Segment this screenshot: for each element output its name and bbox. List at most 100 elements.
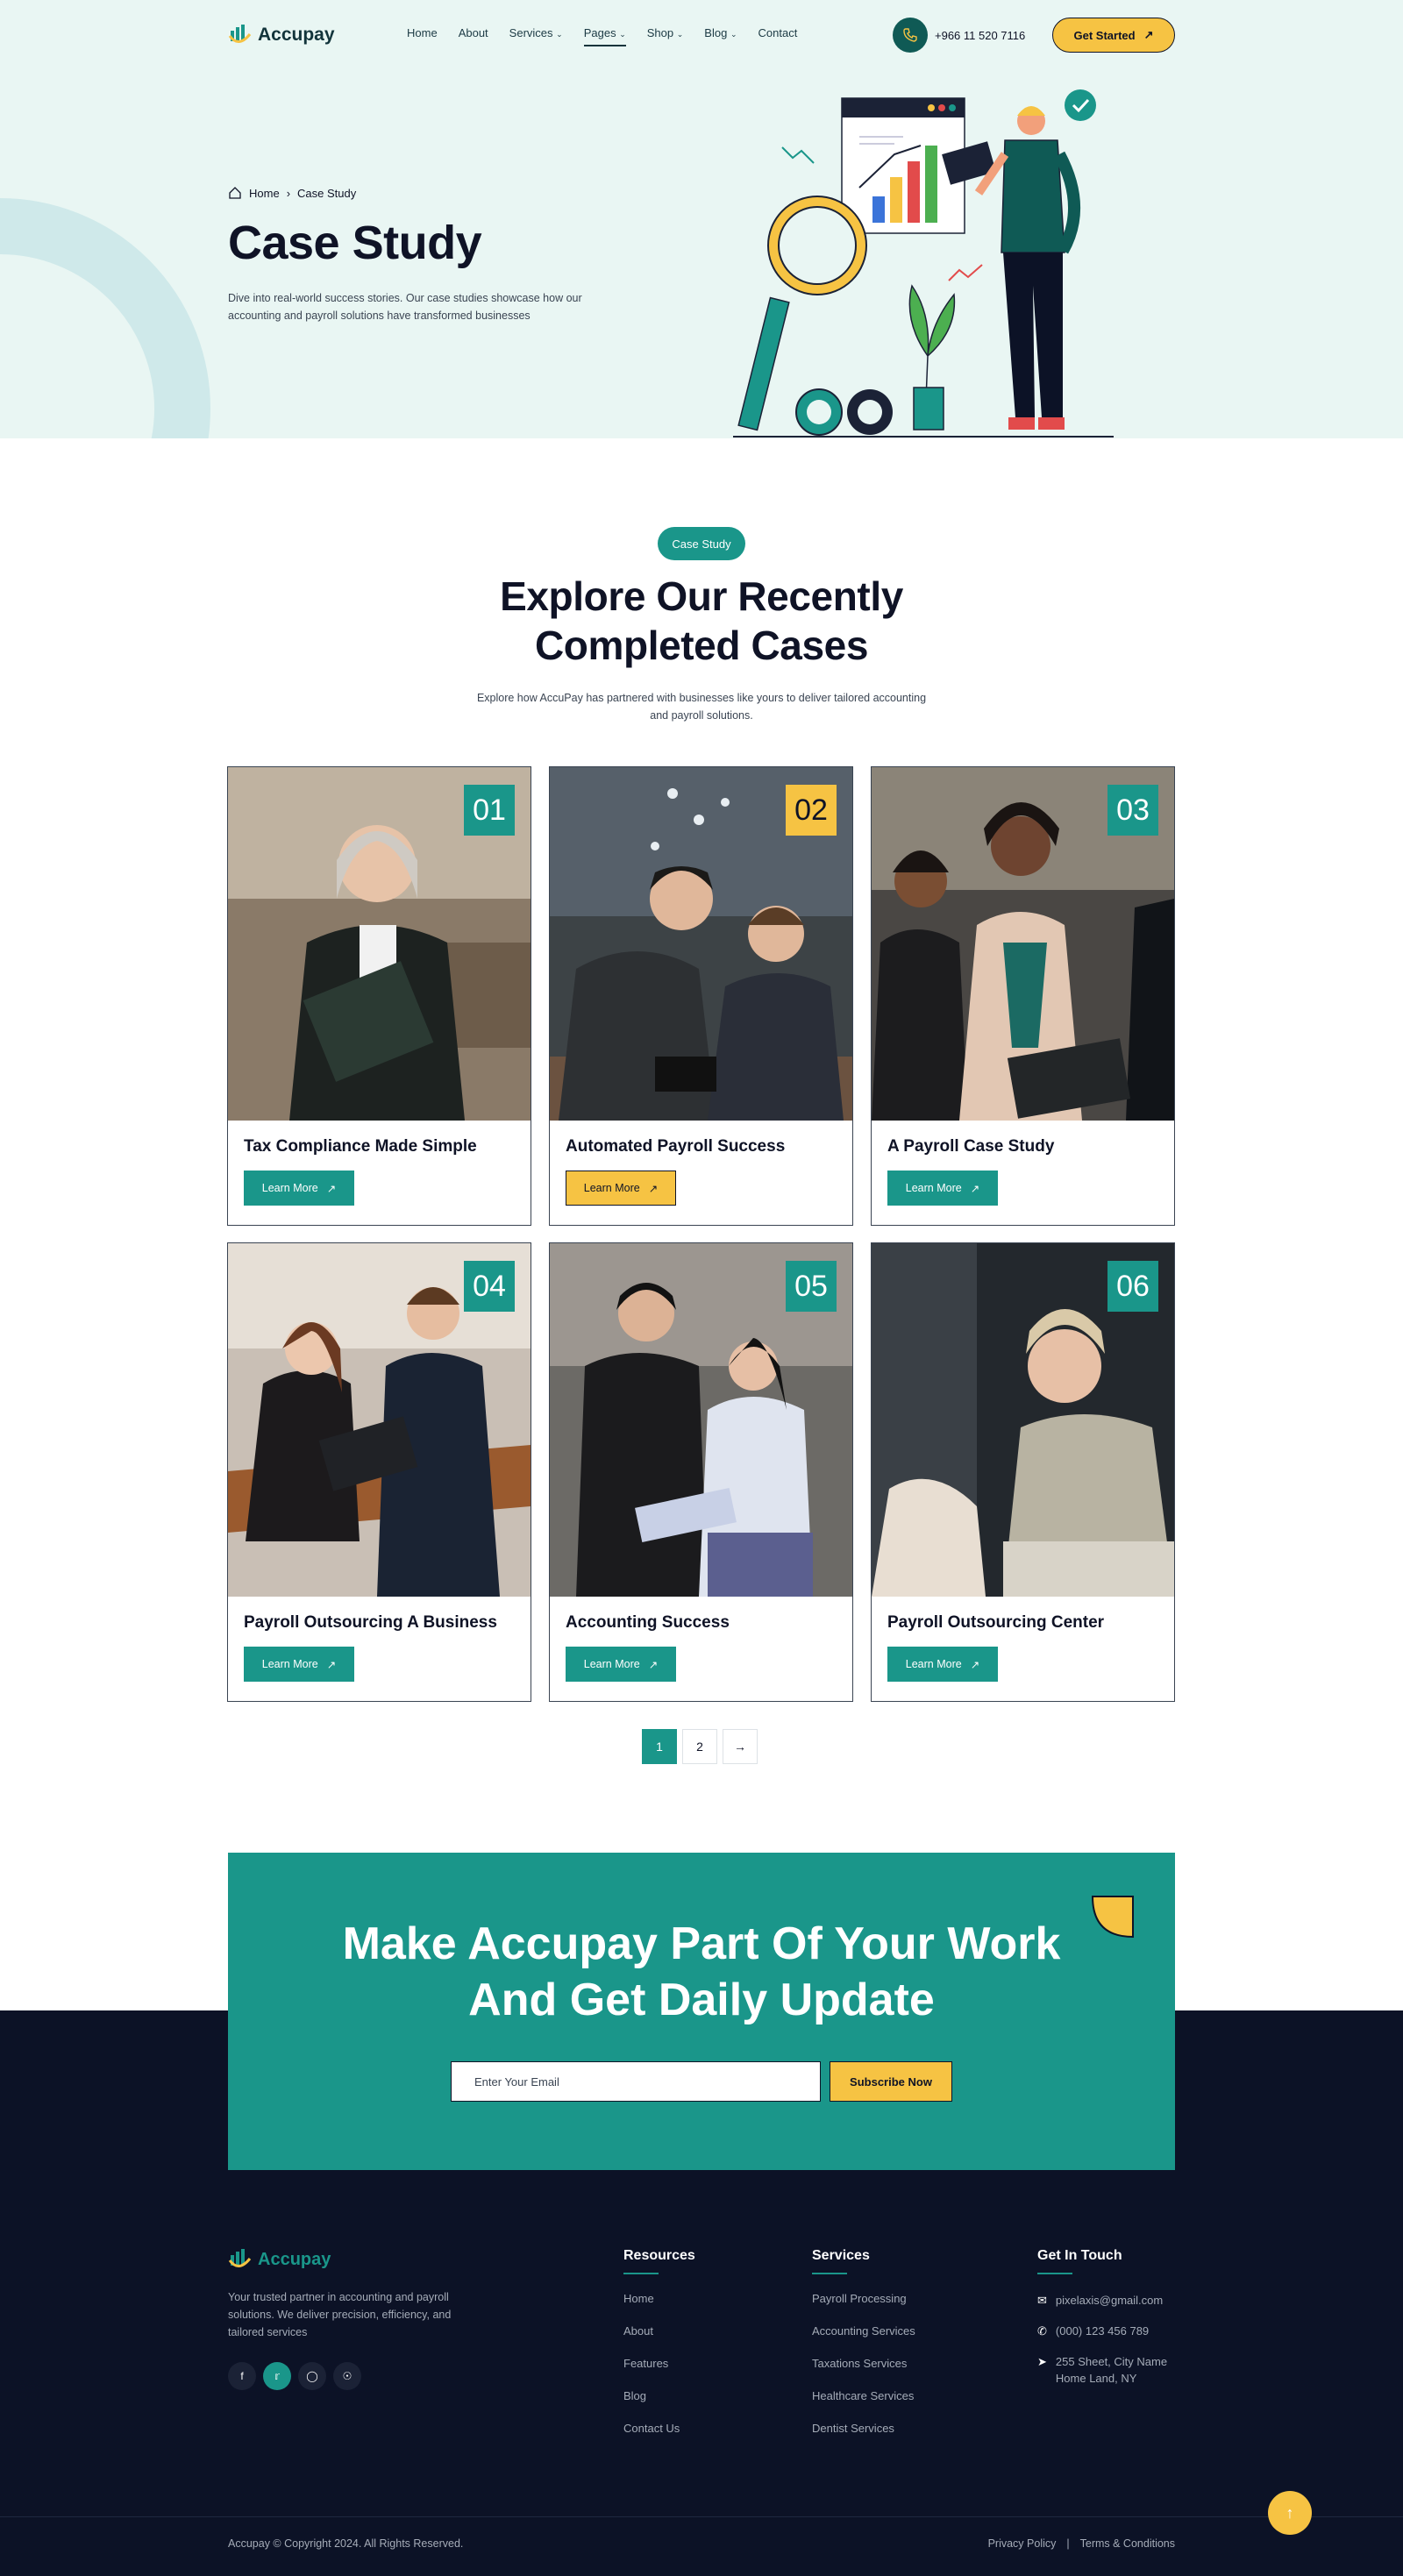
- heading-underline: [1037, 2273, 1072, 2274]
- section-title: Explore Our Recently Completed Cases: [351, 572, 1052, 670]
- footer-link[interactable]: Blog: [623, 2389, 695, 2422]
- chevron-down-icon: ⌄: [676, 30, 684, 39]
- footer-link[interactable]: Features: [623, 2357, 695, 2389]
- case-title[interactable]: Accounting Success: [566, 1613, 730, 1633]
- case-number: 06: [1107, 1261, 1158, 1312]
- case-card[interactable]: 05 Accounting Success Learn More ↗: [549, 1242, 853, 1702]
- facebook-icon[interactable]: f: [228, 2362, 256, 2390]
- nav-blog-label: Blog: [704, 26, 728, 39]
- breadcrumb-home[interactable]: Home: [249, 187, 280, 200]
- learn-more-button[interactable]: Learn More ↗: [244, 1647, 354, 1682]
- learn-more-button[interactable]: Learn More ↗: [244, 1171, 354, 1206]
- scroll-to-top-button[interactable]: ↑: [1268, 2491, 1312, 2535]
- nav-about[interactable]: About: [459, 26, 488, 46]
- nav-home[interactable]: Home: [407, 26, 438, 46]
- hero-section: Accupay Home About Services ⌄ Pages ⌄ Sh…: [0, 0, 1403, 438]
- hero-illustration: [733, 89, 1114, 438]
- breadcrumb-current: Case Study: [297, 186, 357, 200]
- instagram-icon[interactable]: ◯: [298, 2362, 326, 2390]
- case-title[interactable]: Automated Payroll Success: [566, 1137, 785, 1156]
- footer-link[interactable]: Accounting Services: [812, 2324, 915, 2357]
- subscribe-button[interactable]: Subscribe Now: [830, 2061, 952, 2102]
- logo-icon: [228, 25, 252, 43]
- case-title[interactable]: Payroll Outsourcing A Business: [244, 1613, 497, 1633]
- nav-shop[interactable]: Shop ⌄: [647, 26, 684, 46]
- case-number: 05: [786, 1261, 837, 1312]
- arrow-up-right-icon: ↗: [326, 1658, 337, 1671]
- learn-more-button[interactable]: Learn More ↗: [887, 1647, 998, 1682]
- footer-contact: Get In Touch ✉ pixelaxis@gmail.com ✆ (00…: [1037, 2248, 1167, 2401]
- terms-link[interactable]: Terms & Conditions: [1080, 2537, 1175, 2550]
- legal-separator: |: [1066, 2537, 1070, 2550]
- nav-services-label: Services: [509, 26, 553, 39]
- dribbble-icon[interactable]: ☉: [333, 2362, 361, 2390]
- next-page-button[interactable]: →: [723, 1729, 758, 1764]
- footer-link[interactable]: Taxations Services: [812, 2357, 915, 2389]
- case-card[interactable]: 04 Payroll Outsourcing A Business Learn …: [227, 1242, 531, 1702]
- case-number: 02: [786, 785, 837, 836]
- learn-more-button[interactable]: Learn More ↗: [887, 1171, 998, 1206]
- logo[interactable]: Accupay: [228, 24, 335, 46]
- chevron-down-icon: ⌄: [619, 30, 626, 39]
- footer-resources: Resources Home About Features Blog Conta…: [623, 2248, 695, 2454]
- arrow-up-right-icon: ↗: [326, 1182, 337, 1195]
- nav-pages[interactable]: Pages ⌄: [583, 26, 626, 46]
- email-input[interactable]: Enter Your Email: [451, 2061, 821, 2102]
- contact-address: ➤ 255 Sheet, City Name Home Land, NY: [1037, 2353, 1167, 2387]
- cta-title-line-1: Make Accupay Part Of Your Work: [342, 1918, 1061, 1969]
- footer-services: Services Payroll Processing Accounting S…: [812, 2248, 915, 2454]
- learn-more-label: Learn More: [905, 1182, 962, 1194]
- case-card[interactable]: 01 Tax Compliance Made Simple Learn More…: [227, 766, 531, 1226]
- case-title[interactable]: Payroll Outsourcing Center: [887, 1613, 1104, 1633]
- contact-phone[interactable]: ✆ (000) 123 456 789: [1037, 2323, 1167, 2339]
- arrow-up-right-icon: ↗: [648, 1658, 659, 1671]
- case-number: 04: [464, 1261, 515, 1312]
- hero-description: Dive into real-world success stories. Ou…: [228, 292, 582, 322]
- section-title-line-1: Explore Our Recently: [500, 573, 903, 619]
- footer-divider: [0, 2516, 1403, 2517]
- case-title[interactable]: Tax Compliance Made Simple: [244, 1137, 477, 1156]
- copyright: Accupay © Copyright 2024. All Rights Res…: [228, 2537, 464, 2550]
- cta-title: Make Accupay Part Of Your Work And Get D…: [228, 1916, 1175, 2028]
- section-title-line-2: Completed Cases: [534, 623, 868, 668]
- footer-logo-text: Accupay: [258, 2249, 331, 2269]
- learn-more-button[interactable]: Learn More ↗: [566, 1171, 676, 1206]
- page-1-button[interactable]: 1: [642, 1729, 677, 1764]
- breadcrumb: Home › Case Study: [228, 186, 356, 200]
- case-card[interactable]: 03 A Payroll Case Study Learn More ↗: [871, 766, 1175, 1226]
- contact-email[interactable]: ✉ pixelaxis@gmail.com: [1037, 2292, 1167, 2309]
- heading-underline: [812, 2273, 847, 2274]
- legal-links: Privacy Policy | Terms & Conditions: [988, 2537, 1175, 2550]
- get-started-button[interactable]: Get Started ↗: [1052, 18, 1175, 53]
- learn-more-button[interactable]: Learn More ↗: [566, 1647, 676, 1682]
- arrow-up-icon: ↑: [1285, 2503, 1294, 2522]
- footer-link[interactable]: Healthcare Services: [812, 2389, 915, 2422]
- nav-services[interactable]: Services ⌄: [509, 26, 563, 46]
- footer-link[interactable]: Home: [623, 2292, 695, 2324]
- learn-more-label: Learn More: [905, 1658, 962, 1670]
- logo-icon: [228, 2249, 252, 2267]
- case-card[interactable]: 02 Automated Payroll Success Learn More ↗: [549, 766, 853, 1226]
- nav-contact[interactable]: Contact: [758, 26, 798, 46]
- phone-icon: ✆: [1037, 2324, 1047, 2338]
- footer-link[interactable]: Payroll Processing: [812, 2292, 915, 2324]
- footer-link[interactable]: Contact Us: [623, 2422, 695, 2454]
- page-2-button[interactable]: 2: [682, 1729, 717, 1764]
- footer-link[interactable]: Dentist Services: [812, 2422, 915, 2454]
- phone-number: +966 11 520 7116: [935, 28, 1026, 42]
- footer-resources-heading: Resources: [623, 2248, 695, 2263]
- learn-more-label: Learn More: [261, 1182, 318, 1194]
- arrow-up-right-icon: ↗: [1143, 28, 1154, 41]
- footer-logo[interactable]: Accupay: [228, 2248, 331, 2271]
- nav-blog[interactable]: Blog ⌄: [704, 26, 737, 46]
- arrow-right-icon: →: [734, 1740, 746, 1754]
- twitter-icon[interactable]: 𝕣: [263, 2362, 291, 2390]
- case-title[interactable]: A Payroll Case Study: [887, 1137, 1054, 1156]
- footer-link[interactable]: About: [623, 2324, 695, 2357]
- address-line-1: 255 Sheet, City Name: [1055, 2355, 1168, 2368]
- case-card[interactable]: 06 Payroll Outsourcing Center Learn More…: [871, 1242, 1175, 1702]
- header-phone[interactable]: +966 11 520 7116: [893, 18, 1025, 53]
- privacy-policy-link[interactable]: Privacy Policy: [988, 2537, 1057, 2550]
- social-links: f 𝕣 ◯ ☉: [228, 2362, 361, 2390]
- footer-services-heading: Services: [812, 2248, 870, 2263]
